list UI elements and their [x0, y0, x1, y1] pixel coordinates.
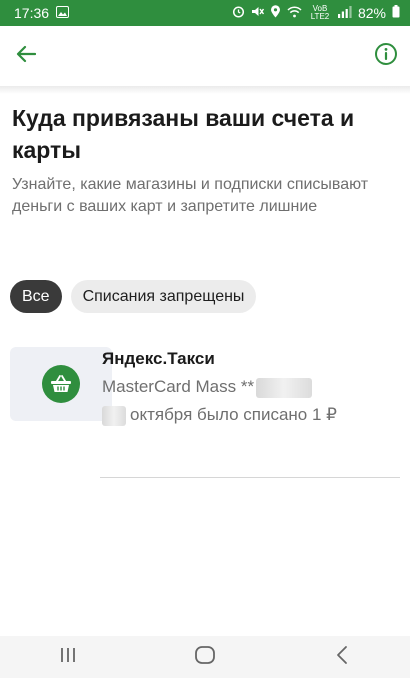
back-button[interactable] [12, 42, 40, 70]
back-chevron-icon [335, 645, 349, 670]
charge-text: октября было списано 1 ₽ [130, 405, 337, 424]
system-nav-bar [0, 636, 410, 678]
merchant-logo [10, 347, 112, 421]
status-time: 17:36 [14, 5, 50, 21]
recents-button[interactable] [48, 642, 88, 672]
wifi-icon [287, 5, 302, 21]
recents-icon [59, 646, 77, 669]
mute-icon [251, 5, 265, 21]
card-info: MasterCard Mass ** [102, 377, 313, 398]
battery-percent: 82% [357, 5, 386, 21]
info-button[interactable] [372, 42, 400, 70]
toolbar-shadow [0, 86, 410, 94]
info-circle-icon [374, 42, 398, 71]
home-button[interactable] [185, 642, 225, 672]
location-icon [270, 5, 281, 21]
redacted-date [102, 405, 126, 426]
subscription-item[interactable]: Яндекс.Такси MasterCard Mass ** октября … [10, 347, 400, 429]
redacted-card-number [256, 377, 313, 398]
list-divider [100, 477, 400, 478]
alarm-icon [232, 5, 245, 21]
battery-icon [392, 5, 400, 21]
filter-chip-all[interactable]: Все [10, 280, 62, 313]
toolbar [0, 26, 410, 86]
status-bar: 17:36 VoB LTE2 82% [0, 0, 410, 26]
signal-icon [337, 5, 352, 21]
basket-icon [42, 365, 80, 403]
filter-chip-blocked[interactable]: Списания запрещены [70, 280, 257, 313]
system-back-button[interactable] [322, 642, 362, 672]
page-title: Куда привязаны ваши счета и карты [12, 105, 355, 163]
gallery-icon [56, 5, 70, 21]
home-icon [194, 645, 216, 670]
filter-chips: Все Списания запрещены [10, 280, 257, 313]
arrow-left-icon [16, 45, 37, 68]
network-label: VoB LTE2 [310, 4, 330, 21]
page-subtitle: Узнайте, какие магазины и подписки списы… [12, 176, 369, 215]
charge-info: октября было списано 1 ₽ [102, 405, 337, 426]
card-label: MasterCard Mass ** [102, 377, 255, 396]
merchant-name: Яндекс.Такси [102, 349, 215, 368]
